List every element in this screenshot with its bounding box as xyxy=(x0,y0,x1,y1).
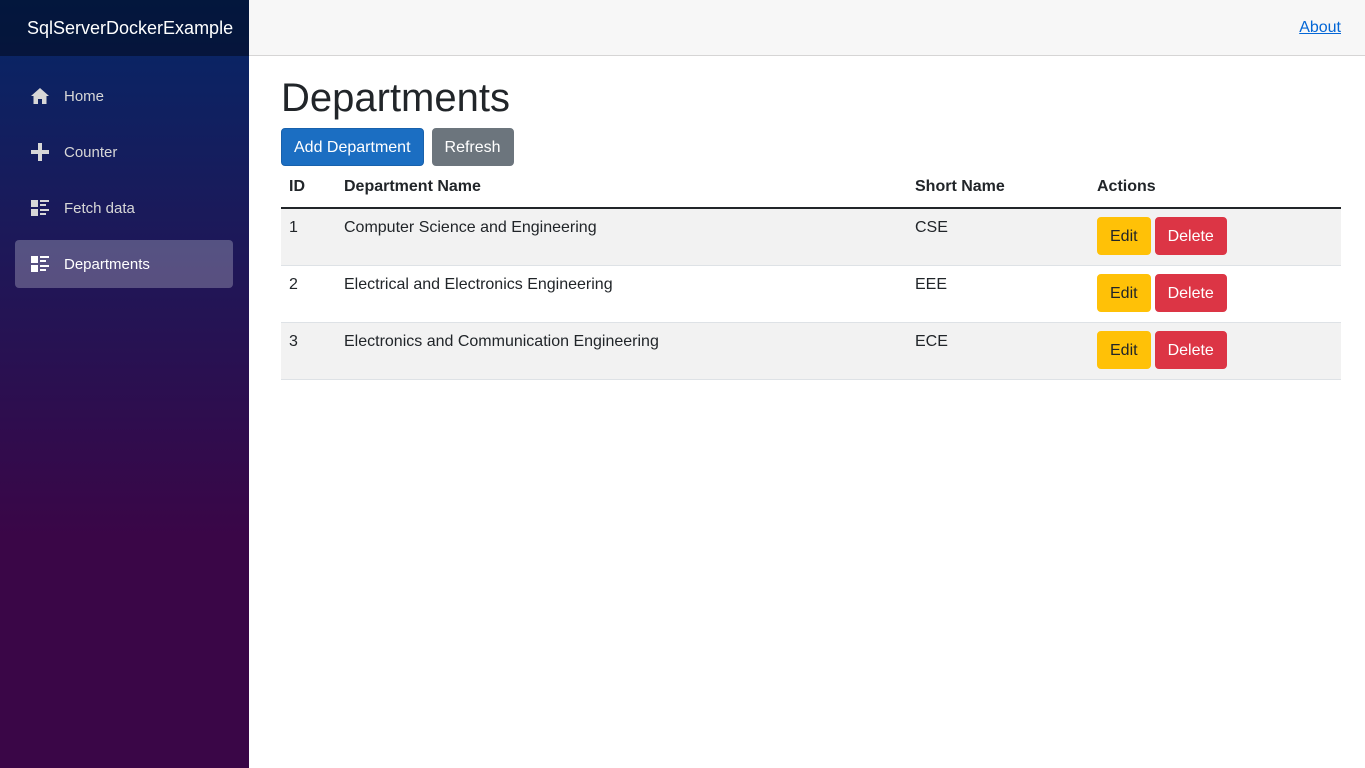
delete-button[interactable]: Delete xyxy=(1154,274,1227,312)
toolbar: Add Department Refresh xyxy=(281,128,1341,166)
nav-menu: Home Counter Fetch data Departments xyxy=(0,56,249,288)
cell-department-name: Electronics and Communication Engineerin… xyxy=(336,322,907,380)
brand-bar: SqlServerDockerExample xyxy=(0,0,249,56)
header-id: ID xyxy=(281,168,336,209)
add-department-button[interactable]: Add Department xyxy=(281,128,424,166)
cell-short-name: ECE xyxy=(907,322,1089,380)
page-title: Departments xyxy=(281,76,510,120)
sidebar-item-label: Home xyxy=(64,87,105,105)
departments-table: ID Department Name Short Name Actions 1 … xyxy=(281,168,1341,380)
cell-short-name: EEE xyxy=(907,265,1089,323)
sidebar-item-fetch-data[interactable]: Fetch data xyxy=(15,184,233,232)
list-rich-icon xyxy=(30,198,50,218)
cell-actions: Edit Delete xyxy=(1089,322,1341,380)
list-rich-icon xyxy=(30,254,50,274)
cell-id: 3 xyxy=(281,322,336,380)
delete-button[interactable]: Delete xyxy=(1154,331,1227,369)
edit-button[interactable]: Edit xyxy=(1097,217,1151,255)
app-brand[interactable]: SqlServerDockerExample xyxy=(27,18,233,39)
sidebar: SqlServerDockerExample Home Counter Fetc… xyxy=(0,0,249,768)
home-icon xyxy=(30,86,50,106)
table-row: 2 Electrical and Electronics Engineering… xyxy=(281,265,1341,323)
table-row: 1 Computer Science and Engineering CSE E… xyxy=(281,207,1341,266)
header-department-name: Department Name xyxy=(336,168,907,209)
delete-button[interactable]: Delete xyxy=(1154,217,1227,255)
sidebar-item-label: Counter xyxy=(64,143,118,161)
cell-actions: Edit Delete xyxy=(1089,265,1341,323)
cell-actions: Edit Delete xyxy=(1089,207,1341,266)
table-header-row: ID Department Name Short Name Actions xyxy=(281,168,1341,209)
cell-id: 2 xyxy=(281,265,336,323)
refresh-button[interactable]: Refresh xyxy=(431,128,514,166)
main-content: Departments Add Department Refresh ID De… xyxy=(281,56,1341,380)
plus-icon xyxy=(30,142,50,162)
sidebar-item-home[interactable]: Home xyxy=(15,72,233,120)
cell-short-name: CSE xyxy=(907,207,1089,266)
cell-department-name: Electrical and Electronics Engineering xyxy=(336,265,907,323)
header-actions: Actions xyxy=(1089,168,1341,209)
sidebar-item-label: Fetch data xyxy=(64,199,135,217)
edit-button[interactable]: Edit xyxy=(1097,331,1151,369)
cell-department-name: Computer Science and Engineering xyxy=(336,207,907,266)
edit-button[interactable]: Edit xyxy=(1097,274,1151,312)
top-bar: About xyxy=(249,0,1365,56)
sidebar-item-counter[interactable]: Counter xyxy=(15,128,233,176)
header-short-name: Short Name xyxy=(907,168,1089,209)
sidebar-item-label: Departments xyxy=(64,255,150,273)
about-link[interactable]: About xyxy=(1299,19,1341,37)
sidebar-item-departments[interactable]: Departments xyxy=(15,240,233,288)
cell-id: 1 xyxy=(281,207,336,266)
table-row: 3 Electronics and Communication Engineer… xyxy=(281,322,1341,380)
